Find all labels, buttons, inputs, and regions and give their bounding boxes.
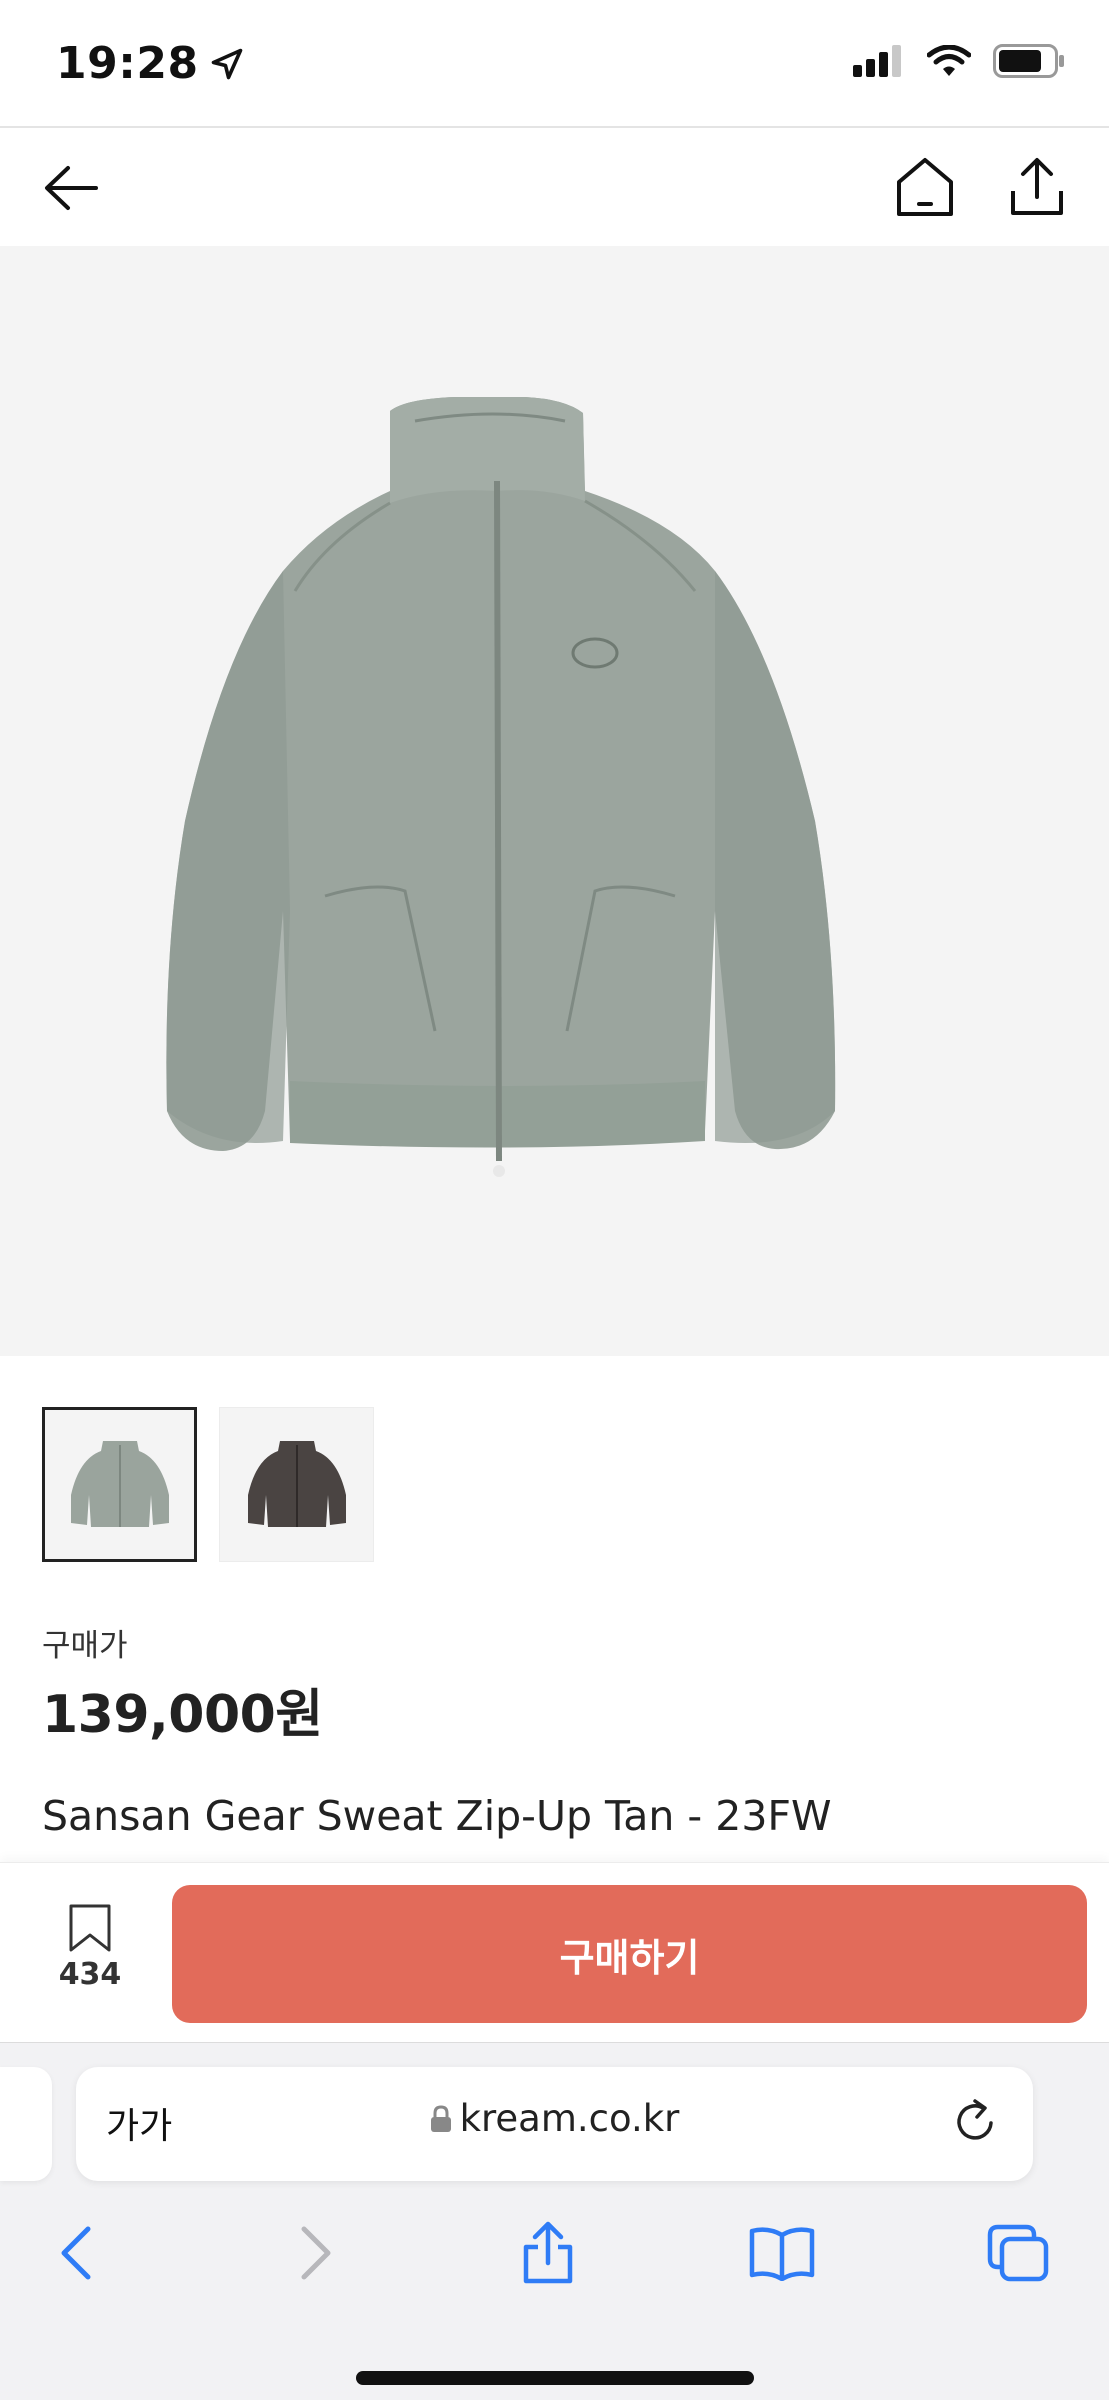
buy-button-label: 구매하기 [559, 1935, 700, 1980]
wifi-icon [927, 45, 971, 76]
arrow-left-icon [45, 166, 98, 210]
buy-button[interactable]: 구매하기 [172, 1885, 1087, 2023]
sage-jacket-thumbnail [70, 1440, 169, 1527]
battery-icon [993, 44, 1064, 78]
share-button[interactable] [1002, 152, 1072, 222]
price-label: 구매가 [42, 1628, 128, 1664]
top-nav-bar [0, 130, 1109, 246]
thumbnail-strip [42, 1407, 374, 1562]
url-text: kream.co.kr [459, 2097, 680, 2140]
browser-back-button[interactable] [36, 2213, 116, 2293]
browser-bookmarks-button[interactable] [742, 2213, 822, 2293]
home-indicator [356, 2371, 754, 2385]
lock-icon [430, 2104, 451, 2132]
cellular-signal-icon [853, 45, 901, 77]
product-image[interactable] [0, 246, 1109, 1356]
address-bar[interactable]: 가가 kream.co.kr [76, 2067, 1033, 2181]
tabs-icon [987, 2224, 1049, 2282]
browser-share-button[interactable] [508, 2213, 588, 2293]
browser-tabs-button[interactable] [978, 2213, 1058, 2293]
share-icon [523, 2221, 573, 2284]
chevron-left-icon [61, 2226, 91, 2280]
thumbnail-2[interactable] [219, 1407, 374, 1562]
price-value: 139,000원 [42, 1685, 323, 1745]
purchase-action-bar: 434 구매하기 [0, 1862, 1109, 2042]
share-icon [1011, 158, 1063, 215]
thumbnail-1[interactable] [42, 1407, 197, 1562]
browser-toolbar [0, 2213, 1109, 2313]
book-icon [749, 2227, 815, 2281]
status-bar: 19:28 [0, 0, 1109, 128]
home-button[interactable] [890, 152, 960, 222]
browser-forward-button[interactable] [276, 2213, 356, 2293]
status-indicators [853, 44, 1065, 78]
previous-tab-preview[interactable] [0, 2067, 52, 2181]
charcoal-jacket-thumbnail [247, 1440, 346, 1527]
location-arrow-icon [211, 48, 242, 79]
product-name: Sansan Gear Sweat Zip-Up Tan - 23FW [42, 1792, 832, 1840]
back-button[interactable] [36, 156, 106, 220]
reload-icon [957, 2099, 993, 2140]
zip-up-jacket-image [165, 397, 835, 1177]
bookmark-icon [69, 1904, 111, 1952]
home-icon [897, 158, 953, 216]
status-time-group: 19:28 [56, 38, 245, 89]
status-time: 19:28 [56, 38, 199, 89]
wishlist-button[interactable]: 434 [50, 1903, 130, 1992]
url-display[interactable]: kream.co.kr [76, 2097, 1033, 2140]
wishlist-count: 434 [58, 1957, 122, 1992]
reload-button[interactable] [953, 2097, 999, 2149]
browser-chrome: 가가 kream.co.kr [0, 2042, 1109, 2400]
chevron-right-icon [301, 2226, 331, 2280]
